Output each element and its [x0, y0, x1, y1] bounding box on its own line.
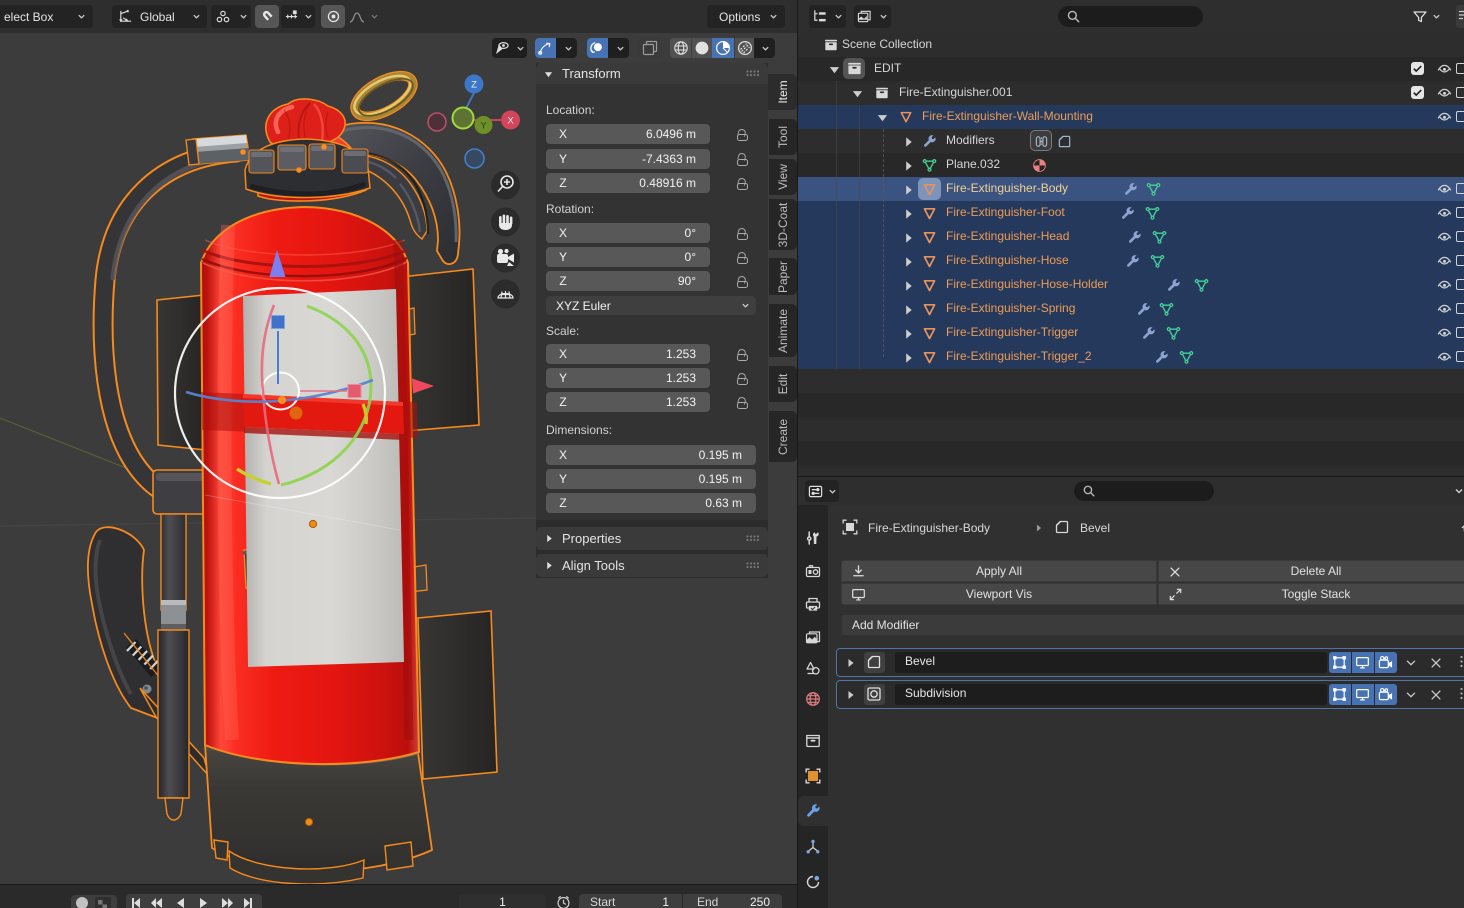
svg-text:Z: Z: [471, 80, 477, 91]
svg-text:X: X: [507, 116, 514, 127]
svg-text:Y: Y: [480, 121, 486, 131]
